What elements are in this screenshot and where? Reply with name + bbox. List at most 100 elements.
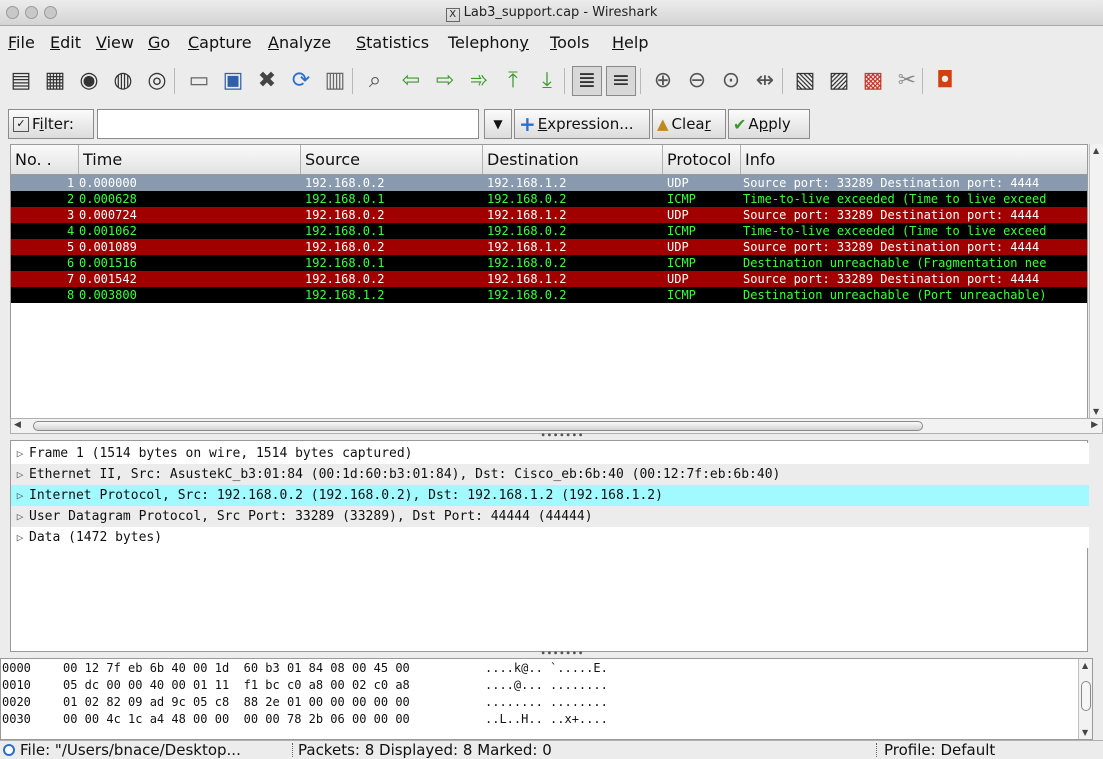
filter-icon: ✓ [13,116,29,132]
menu-go[interactable]: Go [148,33,170,52]
scroll-right-icon[interactable]: ▶ [1091,420,1098,430]
column-header-protocol[interactable]: Protocol [663,145,741,174]
coloring-rules-icon[interactable]: ▩ [858,66,888,96]
detail-tree-label: Ethernet II, Src: AsustekC_b3:01:84 (00:… [29,467,781,482]
scroll-thumb[interactable] [1081,681,1091,711]
print-icon[interactable]: ▥ [320,66,350,96]
stop-capture-icon[interactable]: ◍ [108,66,138,96]
menu-statistics[interactable]: Statistics [356,33,429,52]
go-forward-icon[interactable]: ⇨ [430,66,460,96]
detail-tree-item[interactable]: ▷ Ethernet II, Src: AsustekC_b3:01:84 (00… [11,464,1089,485]
packet-bytes-pane[interactable]: ▲ ▼ 0000 00 12 7f eb 6b 40 00 1d 60 b3 01… [0,658,1093,740]
packet-list[interactable]: No. . Time Source Destination Protocol I… [10,144,1088,422]
cell-time: 0.001062 [79,224,137,238]
restart-capture-icon[interactable]: ◎ [142,66,172,96]
column-header-no[interactable]: No. . [11,145,79,174]
zoom-normal-icon[interactable]: ⊙ [716,66,746,96]
menu-analyze[interactable]: Analyze [268,33,331,52]
expand-triangle-icon[interactable]: ▷ [11,506,29,527]
capture-options-icon[interactable]: ▦ [40,66,70,96]
packet-details-tree[interactable]: ▷ Frame 1 (1514 bytes on wire, 1514 bytes… [10,440,1089,652]
menu-file[interactable]: File [8,33,35,52]
reload-icon[interactable]: ⟳ [286,66,316,96]
start-capture-icon[interactable]: ◉ [74,66,104,96]
interfaces-icon[interactable]: ▤ [6,66,36,96]
packet-list-header: No. . Time Source Destination Protocol I… [11,145,1087,175]
find-packet-icon[interactable]: ⌕ [360,66,390,96]
capture-filters-icon[interactable]: ▧ [790,66,820,96]
cell-proto: ICMP [667,224,696,238]
filter-dropdown-button[interactable]: ▼ [484,109,512,139]
menu-edit[interactable]: Edit [50,33,81,52]
help-icon[interactable]: ◘ [930,66,960,96]
cell-proto: ICMP [667,192,696,206]
detail-tree-item[interactable]: ▷ Internet Protocol, Src: 192.168.0.2 (19… [11,485,1089,506]
packet-row[interactable]: 2 0.000628 192.168.0.1 192.168.0.2 ICMP Time-… [11,191,1087,207]
menu-help[interactable]: Help [612,33,648,52]
bytes-vscrollbar[interactable]: ▲ ▼ [1078,659,1092,739]
save-file-icon[interactable]: ▣ [218,66,248,96]
packet-row[interactable]: 4 0.001062 192.168.0.1 192.168.0.2 ICMP Time-… [11,223,1087,239]
menu-tools[interactable]: Tools [550,33,589,52]
open-file-icon[interactable]: ▭ [184,66,214,96]
column-header-time[interactable]: Time [79,145,301,174]
detail-tree-item[interactable]: ▷ Data (1472 bytes) [11,527,1089,548]
packet-row[interactable]: 3 0.000724 192.168.0.2 192.168.1.2 UDP Source… [11,207,1087,223]
expression-button[interactable]: + Expression... [514,109,650,139]
column-header-destination[interactable]: Destination [483,145,663,174]
cell-dst: 192.168.0.2 [487,192,567,206]
apply-button[interactable]: ✔ Apply [728,109,810,139]
scroll-left-icon[interactable]: ◀ [14,420,21,430]
display-filters-icon[interactable]: ▨ [824,66,854,96]
resize-columns-icon[interactable]: ⇹ [750,66,780,96]
expert-info-icon[interactable] [3,744,15,756]
hex-bytes: 00 12 7f eb 6b 40 00 1d 60 b3 01 84 08 0… [63,661,410,675]
cell-info: Source port: 33289 Destination port: 444… [743,240,1040,254]
menu-capture[interactable]: Capture [188,33,252,52]
colorize-icon[interactable]: ≣ [572,66,602,96]
hex-ascii: ....@... ........ [485,678,608,692]
detail-tree-label: Frame 1 (1514 bytes on wire, 1514 bytes … [29,446,413,461]
detail-tree-item[interactable]: ▷ User Datagram Protocol, Src Port: 33289… [11,506,1089,527]
detail-tree-item[interactable]: ▷ Frame 1 (1514 bytes on wire, 1514 bytes… [11,443,1089,464]
expand-triangle-icon[interactable]: ▷ [11,527,29,548]
last-packet-icon[interactable]: ⤓ [532,66,562,96]
close-file-icon[interactable]: ✖ [252,66,282,96]
go-back-icon[interactable]: ⇦ [396,66,426,96]
menu-telephony[interactable]: Telephony [448,33,529,52]
expand-triangle-icon[interactable]: ▷ [11,443,29,464]
packet-row[interactable]: 5 0.001089 192.168.0.2 192.168.1.2 UDP Source… [11,239,1087,255]
packet-list-vscrollbar[interactable]: ▲ ▼ [1089,144,1103,418]
zoom-in-icon[interactable]: ⊕ [648,66,678,96]
cell-time: 0.003800 [79,288,137,302]
hscroll-thumb[interactable] [33,421,923,431]
filter-button[interactable]: ✓ Filter: [8,109,94,139]
packet-row[interactable]: 1 0.000000 192.168.0.2 192.168.1.2 UDP Source… [11,175,1087,191]
detail-tree-label: Internet Protocol, Src: 192.168.0.2 (192… [29,488,663,503]
toolbar-separator [564,68,565,94]
packet-row[interactable]: 8 0.003800 192.168.1.2 192.168.0.2 ICMP Desti… [11,287,1087,303]
cell-src: 192.168.1.2 [305,288,385,302]
expand-triangle-icon[interactable]: ▷ [11,464,29,485]
first-packet-icon[interactable]: ⤒ [498,66,528,96]
status-profile[interactable]: Profile: Default [884,741,995,759]
preferences-icon[interactable]: ✂ [892,66,922,96]
scroll-up-icon[interactable]: ▲ [1082,661,1088,670]
auto-scroll-icon[interactable]: ≡ [606,66,636,96]
cell-time: 0.000000 [79,176,137,190]
cell-dst: 192.168.1.2 [487,208,567,222]
expand-triangle-icon[interactable]: ▷ [11,485,29,506]
filter-input[interactable] [97,109,479,139]
clear-button[interactable]: ▲ Clear [652,109,726,139]
scroll-down-icon[interactable]: ▼ [1093,407,1099,416]
zoom-out-icon[interactable]: ⊖ [682,66,712,96]
column-header-info[interactable]: Info [741,145,1087,174]
packet-row[interactable]: 6 0.001516 192.168.0.1 192.168.0.2 ICMP Desti… [11,255,1087,271]
scroll-down-icon[interactable]: ▼ [1082,728,1088,737]
scroll-up-icon[interactable]: ▲ [1093,146,1099,155]
packet-row[interactable]: 7 0.001542 192.168.0.2 192.168.1.2 UDP Source… [11,271,1087,287]
toolbar-separator [640,68,641,94]
menu-view[interactable]: View [96,33,134,52]
go-to-packet-icon[interactable]: ➾ [464,66,494,96]
column-header-source[interactable]: Source [301,145,483,174]
